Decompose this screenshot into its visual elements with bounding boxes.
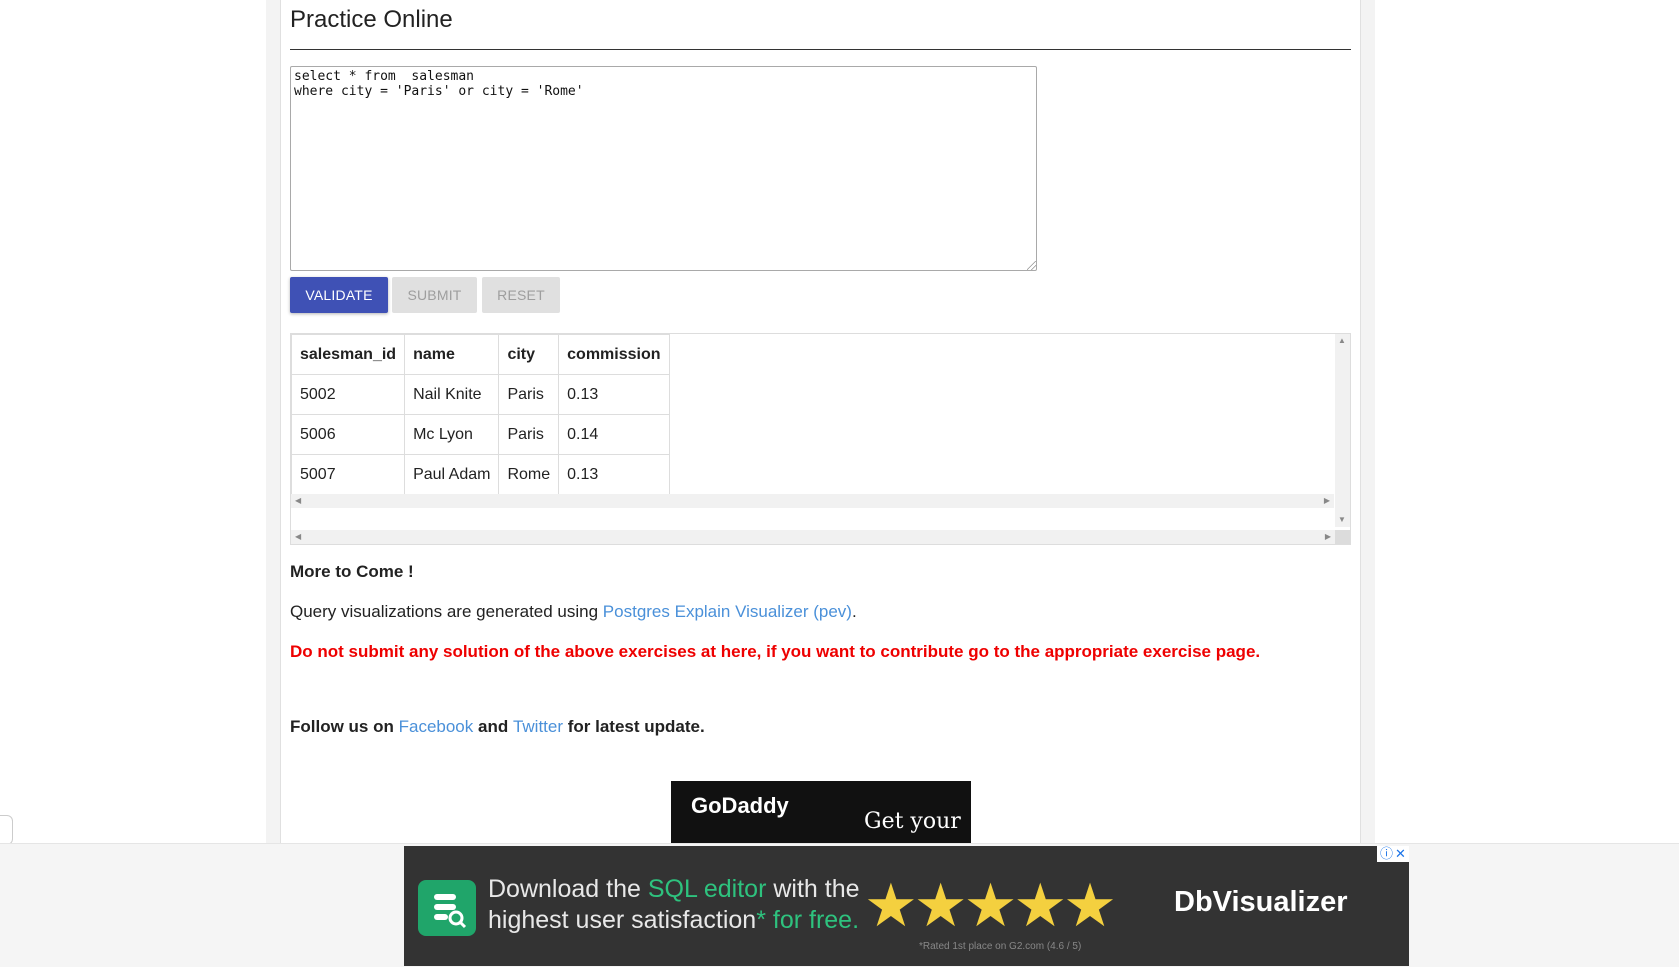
resize-grip-icon[interactable]: [1027, 261, 1037, 271]
follow-and: and: [473, 717, 513, 736]
table-cell: 5006: [290, 414, 406, 455]
database-search-icon: [418, 880, 476, 936]
godaddy-logo-text: GoDaddy: [691, 793, 789, 818]
submit-button[interactable]: SUBMIT: [392, 277, 477, 313]
table-cell: 5002: [290, 374, 406, 415]
validate-button[interactable]: VALIDATE: [290, 277, 388, 313]
table-cell: Paris: [498, 414, 560, 455]
pev-link[interactable]: Postgres Explain Visualizer (pev): [603, 602, 852, 621]
column-header: commission: [558, 334, 670, 375]
ad-choices[interactable]: ⓘ ✕: [1377, 846, 1409, 862]
rating-stars-icon: ★★★★★: [864, 872, 1117, 939]
scroll-left-icon[interactable]: ◀: [295, 533, 301, 541]
ad-line1-end: with the: [766, 875, 860, 903]
more-to-come-heading: More to Come !: [290, 562, 414, 581]
table-cell: Rome: [498, 454, 560, 495]
panel-horizontal-scrollbar[interactable]: ◀ ▶: [291, 530, 1335, 544]
table-header-row: salesman_id name city commission: [290, 334, 670, 375]
side-tab[interactable]: [0, 815, 13, 845]
table-cell: Paris: [498, 374, 560, 415]
table-cell: Paul Adam: [404, 454, 500, 495]
sql-editor[interactable]: select * from salesman where city = 'Par…: [290, 66, 1037, 271]
scroll-up-icon[interactable]: ▲: [1338, 337, 1346, 345]
info-icon[interactable]: ⓘ: [1380, 846, 1393, 862]
table-row: 5002 Nail Knite Paris 0.13: [290, 374, 670, 415]
table-row: 5006 Mc Lyon Paris 0.14: [290, 414, 670, 455]
ad-line2-asterisk: *: [756, 906, 766, 934]
title-divider: [290, 49, 1351, 50]
scroll-right-icon[interactable]: ▶: [1324, 497, 1330, 505]
table-cell: Nail Knite: [404, 374, 500, 415]
twitter-link[interactable]: Twitter: [513, 717, 563, 736]
follow-us-line: Follow us on Facebook and Twitter for la…: [290, 717, 705, 737]
table-horizontal-scrollbar[interactable]: ◀ ▶: [291, 494, 1334, 508]
ad-line1-highlight: SQL editor: [647, 875, 767, 903]
result-table: salesman_id name city commission 5002 Na…: [290, 334, 670, 495]
table-row: 5007 Paul Adam Rome 0.13: [290, 454, 670, 495]
follow-prefix: Follow us on: [290, 717, 399, 736]
godaddy-tagline: Get your: [864, 809, 961, 834]
godaddy-logo: GoDaddy: [691, 793, 789, 819]
visualization-note: Query visualizations are generated using…: [290, 602, 857, 622]
godaddy-ad[interactable]: GoDaddy Get your: [671, 781, 971, 845]
close-icon[interactable]: ✕: [1395, 846, 1406, 862]
visualization-note-text: Query visualizations are generated using: [290, 602, 603, 621]
dbvisualizer-ad[interactable]: Download the SQL editor with the highest…: [404, 846, 1409, 966]
facebook-link[interactable]: Facebook: [399, 717, 474, 736]
scroll-down-icon[interactable]: ▼: [1338, 516, 1346, 524]
table-cell: 0.14: [558, 414, 670, 455]
reset-button[interactable]: RESET: [482, 277, 560, 313]
table-cell: 0.13: [558, 454, 670, 495]
table-cell: Mc Lyon: [404, 414, 500, 455]
table-cell: 5007: [290, 454, 406, 495]
scroll-left-icon[interactable]: ◀: [295, 497, 301, 505]
dbvisualizer-logo: DbVisualizer: [1174, 886, 1348, 918]
visualization-note-end: .: [851, 602, 857, 621]
ad-line2-start: highest user satisfaction: [488, 906, 757, 934]
table-cell: 0.13: [558, 374, 670, 415]
ad-line2-highlight: for free.: [765, 906, 860, 934]
ad-headline: Download the SQL editor with the highest…: [488, 874, 860, 936]
page-title: Practice Online: [290, 6, 453, 33]
submission-warning: Do not submit any solution of the above …: [290, 642, 1261, 661]
column-header: city: [498, 334, 560, 375]
column-header: salesman_id: [290, 334, 406, 375]
page-left-gutter: [266, 0, 281, 845]
scroll-right-icon[interactable]: ▶: [1325, 533, 1331, 541]
scrollbar-corner: [1335, 530, 1350, 544]
rating-footnote: *Rated 1st place on G2.com (4.6 / 5): [919, 941, 1082, 952]
panel-vertical-scrollbar[interactable]: ▲ ▼: [1335, 334, 1350, 527]
page-right-gutter: [1360, 0, 1375, 845]
column-header: name: [404, 334, 500, 375]
follow-suffix: for latest update.: [563, 717, 705, 736]
ad-line1-start: Download the: [488, 875, 648, 903]
